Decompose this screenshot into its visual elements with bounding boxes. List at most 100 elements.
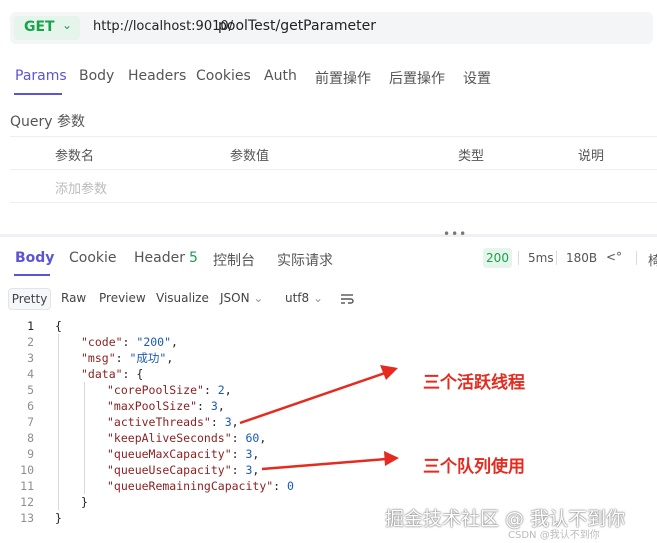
line-number: 8 xyxy=(27,431,34,445)
code-text: } xyxy=(81,494,88,510)
method-select[interactable]: GET ⌄ xyxy=(14,16,80,40)
method-label: GET xyxy=(24,19,55,35)
code-line: 11 "queueRemainingCapacity": 0 xyxy=(0,478,657,494)
response-time: 5ms xyxy=(528,251,554,265)
truncated-tab-label[interactable]: 椅 xyxy=(648,250,657,269)
code-token-mid: : xyxy=(115,351,130,365)
code-token-key: "queueMaxCapacity" xyxy=(107,447,232,461)
line-number: 9 xyxy=(27,447,34,461)
response-tab-body[interactable]: Body xyxy=(15,250,54,266)
indent-guide xyxy=(84,382,85,494)
format-select[interactable]: JSON ⌄ xyxy=(220,291,263,305)
watermark-sub: CSDN @我认不到你 xyxy=(508,530,600,541)
code-token-val: "200" xyxy=(136,335,172,349)
code-line: 5 "corePoolSize": 2, xyxy=(0,382,657,398)
line-number: 6 xyxy=(27,399,34,413)
encoding-select-value: utf8 xyxy=(285,291,310,305)
code-token-val: 3 xyxy=(210,399,218,413)
query-table-header: 参数名 参数值 类型 说明 xyxy=(10,136,657,170)
code-token-post: { xyxy=(136,367,144,381)
code-token-post: , xyxy=(171,335,178,349)
format-preview[interactable]: Preview xyxy=(99,291,146,305)
code-token-key: "queueUseCapacity" xyxy=(107,463,232,477)
pane-splitter[interactable] xyxy=(0,234,657,237)
code-token-key: "data" xyxy=(81,367,123,381)
chevron-down-icon: ⌄ xyxy=(313,291,324,305)
code-line: 1{ xyxy=(0,318,657,334)
add-param-input[interactable]: 添加参数 xyxy=(55,178,107,197)
divider xyxy=(556,251,557,265)
annotation-queue-used: 三个队列使用 xyxy=(423,457,525,477)
code-token-val: 0 xyxy=(287,479,294,493)
encoding-select[interactable]: utf8 ⌄ xyxy=(285,291,323,305)
active-response-tab-indicator xyxy=(14,274,50,276)
tab-params[interactable]: Params xyxy=(15,68,67,84)
active-tab-indicator xyxy=(14,93,62,95)
drag-handle-icon[interactable]: ••• xyxy=(443,227,467,241)
format-pretty[interactable]: Pretty xyxy=(8,288,51,310)
code-text: "data": { xyxy=(81,366,143,382)
format-raw[interactable]: Raw xyxy=(61,291,86,305)
code-token-key: "maxPoolSize" xyxy=(107,399,198,413)
code-token-post: , xyxy=(217,399,225,413)
line-number: 3 xyxy=(27,351,34,365)
url-base-input[interactable]: http://localhost:9010/ xyxy=(93,19,233,34)
response-tab-header-label: Header xyxy=(134,250,185,266)
tab-post-script[interactable]: 后置操作 xyxy=(389,68,445,88)
format-visualize[interactable]: Visualize xyxy=(156,291,209,305)
query-section-title: Query 参数 xyxy=(10,114,85,130)
line-number: 2 xyxy=(27,335,34,349)
code-text: "keepAliveSeconds": 60, xyxy=(107,430,266,446)
response-tab-cookie[interactable]: Cookie xyxy=(69,250,117,266)
word-wrap-icon[interactable] xyxy=(340,292,354,306)
code-token-mid: : xyxy=(210,415,225,429)
code-token-val: 3 xyxy=(224,415,232,429)
code-token-key: "code" xyxy=(81,335,123,349)
chevron-down-icon: ⌄ xyxy=(62,18,73,32)
code-token-post: , xyxy=(252,447,260,461)
code-line: 8 "keepAliveSeconds": 60, xyxy=(0,430,657,446)
tab-settings[interactable]: 设置 xyxy=(463,68,491,88)
column-param-name: 参数名 xyxy=(55,149,95,164)
code-text: "queueUseCapacity": 3, xyxy=(107,462,259,478)
tab-cookies[interactable]: Cookies xyxy=(196,68,251,84)
query-add-row[interactable]: 添加参数 xyxy=(10,170,657,203)
code-token-mid: : xyxy=(197,399,211,413)
tab-body[interactable]: Body xyxy=(79,68,114,84)
code-line: 7 "activeThreads": 3, xyxy=(0,414,657,430)
line-number: 5 xyxy=(27,383,34,397)
code-token-post: , xyxy=(224,383,232,397)
line-number: 13 xyxy=(20,511,34,525)
status-badge: 200 xyxy=(483,248,512,268)
code-text: "activeThreads": 3, xyxy=(107,414,239,430)
chevron-down-icon: ⌄ xyxy=(253,291,264,305)
column-param-value: 参数值 xyxy=(230,149,270,164)
tab-headers[interactable]: Headers xyxy=(128,68,186,84)
code-token-pre: } xyxy=(55,511,62,525)
code-token-post: , xyxy=(231,415,239,429)
tab-pre-script[interactable]: 前置操作 xyxy=(315,68,371,88)
line-number: 1 xyxy=(27,319,34,333)
code-line: 10 "queueUseCapacity": 3, xyxy=(0,462,657,478)
response-tab-console[interactable]: 控制台 xyxy=(213,250,255,270)
code-token-key: "corePoolSize" xyxy=(107,383,204,397)
line-number: 12 xyxy=(20,495,34,509)
code-text: "corePoolSize": 2, xyxy=(107,382,232,398)
tab-auth[interactable]: Auth xyxy=(264,68,297,84)
code-token-key: "queueRemainingCapacity" xyxy=(107,479,274,493)
column-type: 类型 xyxy=(458,149,485,164)
share-icon[interactable]: <° xyxy=(606,250,622,264)
url-path-input[interactable]: poolTest/getParameter xyxy=(218,18,376,34)
code-text: "queueMaxCapacity": 3, xyxy=(107,446,259,462)
response-tab-actual-request[interactable]: 实际请求 xyxy=(277,250,333,270)
header-count-badge: 5 xyxy=(188,250,198,266)
divider xyxy=(636,251,637,265)
code-token-mid: : xyxy=(231,447,246,461)
response-tab-header[interactable]: Header 5 xyxy=(134,250,198,266)
url-bar: GET ⌄ http://localhost:9010/ poolTest/ge… xyxy=(10,12,653,44)
response-size: 180B xyxy=(566,251,598,265)
code-text: "maxPoolSize": 3, xyxy=(107,398,225,414)
format-select-value: JSON xyxy=(220,291,250,305)
code-text: "queueRemainingCapacity": 0 xyxy=(107,478,294,494)
code-token-mid: : xyxy=(273,479,288,493)
